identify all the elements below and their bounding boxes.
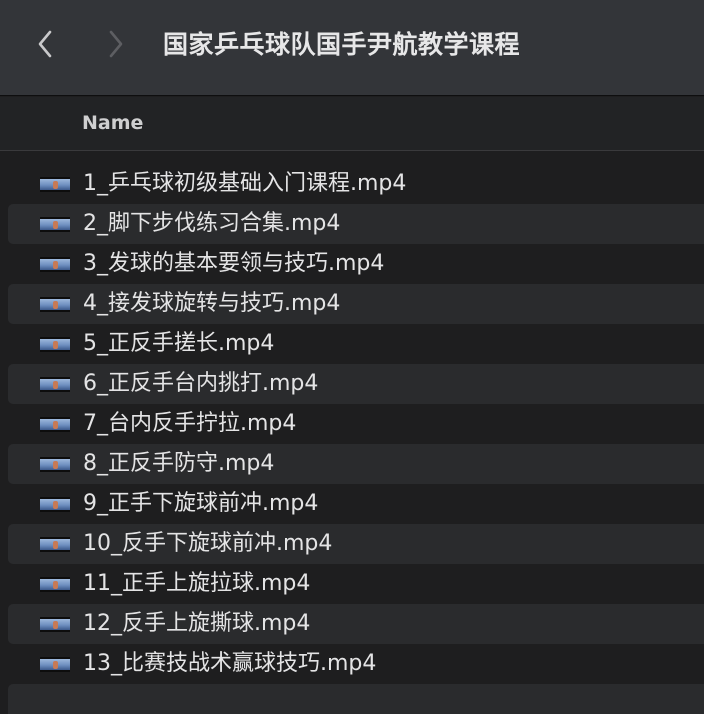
file-name: 6_正反手台内挑打.mp4 bbox=[83, 371, 319, 396]
video-thumbnail-icon bbox=[40, 617, 70, 632]
video-thumbnail-icon bbox=[40, 377, 70, 392]
file-name: 10_反手下旋球前冲.mp4 bbox=[83, 531, 333, 556]
file-row[interactable]: 3_发球的基本要领与技巧.mp4 bbox=[8, 244, 704, 284]
file-row[interactable]: 10_反手下旋球前冲.mp4 bbox=[8, 524, 704, 564]
video-thumbnail-icon bbox=[40, 177, 70, 192]
video-thumbnail-icon bbox=[40, 257, 70, 272]
file-row[interactable]: 2_脚下步伐练习合集.mp4 bbox=[8, 204, 704, 244]
file-name: 8_正反手防守.mp4 bbox=[83, 451, 275, 476]
toolbar: 国家乒乓球队国手尹航教学课程 bbox=[0, 0, 704, 96]
file-row[interactable]: 1_乒乓球初级基础入门课程.mp4 bbox=[8, 164, 704, 204]
file-row[interactable]: 6_正反手台内挑打.mp4 bbox=[8, 364, 704, 404]
back-button[interactable] bbox=[30, 26, 60, 62]
file-name: 2_脚下步伐练习合集.mp4 bbox=[83, 211, 341, 236]
file-name: 5_正反手搓长.mp4 bbox=[83, 331, 275, 356]
video-thumbnail-icon bbox=[40, 577, 70, 592]
video-thumbnail-icon bbox=[40, 537, 70, 552]
file-name: 1_乒乓球初级基础入门课程.mp4 bbox=[83, 171, 407, 196]
chevron-right-icon bbox=[109, 30, 123, 58]
file-row[interactable]: 13_比赛技战术赢球技巧.mp4 bbox=[8, 644, 704, 684]
file-row[interactable]: 12_反手上旋撕球.mp4 bbox=[8, 604, 704, 644]
video-thumbnail-icon bbox=[40, 457, 70, 472]
column-header-bar: Name bbox=[0, 97, 704, 151]
file-name: 3_发球的基本要领与技巧.mp4 bbox=[83, 251, 385, 276]
file-row[interactable]: 4_接发球旋转与技巧.mp4 bbox=[8, 284, 704, 324]
forward-button[interactable] bbox=[101, 26, 131, 62]
file-name: 13_比赛技战术赢球技巧.mp4 bbox=[83, 651, 377, 676]
video-thumbnail-icon bbox=[40, 217, 70, 232]
file-row[interactable]: 5_正反手搓长.mp4 bbox=[8, 324, 704, 364]
chevron-left-icon bbox=[38, 30, 52, 58]
file-name: 11_正手上旋拉球.mp4 bbox=[83, 571, 311, 596]
file-name: 7_台内反手拧拉.mp4 bbox=[83, 411, 297, 436]
file-name: 12_反手上旋撕球.mp4 bbox=[83, 611, 311, 636]
file-row[interactable]: 11_正手上旋拉球.mp4 bbox=[8, 564, 704, 604]
video-thumbnail-icon bbox=[40, 657, 70, 672]
video-thumbnail-icon bbox=[40, 297, 70, 312]
empty-list-row bbox=[8, 684, 704, 714]
file-row[interactable]: 8_正反手防守.mp4 bbox=[8, 444, 704, 484]
file-row[interactable]: 7_台内反手拧拉.mp4 bbox=[8, 404, 704, 444]
file-list: 1_乒乓球初级基础入门课程.mp4 2_脚下步伐练习合集.mp4 3_发球的基本要领… bbox=[0, 164, 704, 684]
video-thumbnail-icon bbox=[40, 497, 70, 512]
file-name: 9_正手下旋球前冲.mp4 bbox=[83, 491, 319, 516]
file-name: 4_接发球旋转与技巧.mp4 bbox=[83, 291, 341, 316]
file-row[interactable]: 9_正手下旋球前冲.mp4 bbox=[8, 484, 704, 524]
window-title: 国家乒乓球队国手尹航教学课程 bbox=[163, 30, 521, 59]
video-thumbnail-icon bbox=[40, 337, 70, 352]
name-column-header[interactable]: Name bbox=[82, 109, 143, 137]
video-thumbnail-icon bbox=[40, 417, 70, 432]
finder-window: 国家乒乓球队国手尹航教学课程 Name 1_乒乓球初级基础入门课程.mp4 2_脚… bbox=[0, 0, 704, 714]
